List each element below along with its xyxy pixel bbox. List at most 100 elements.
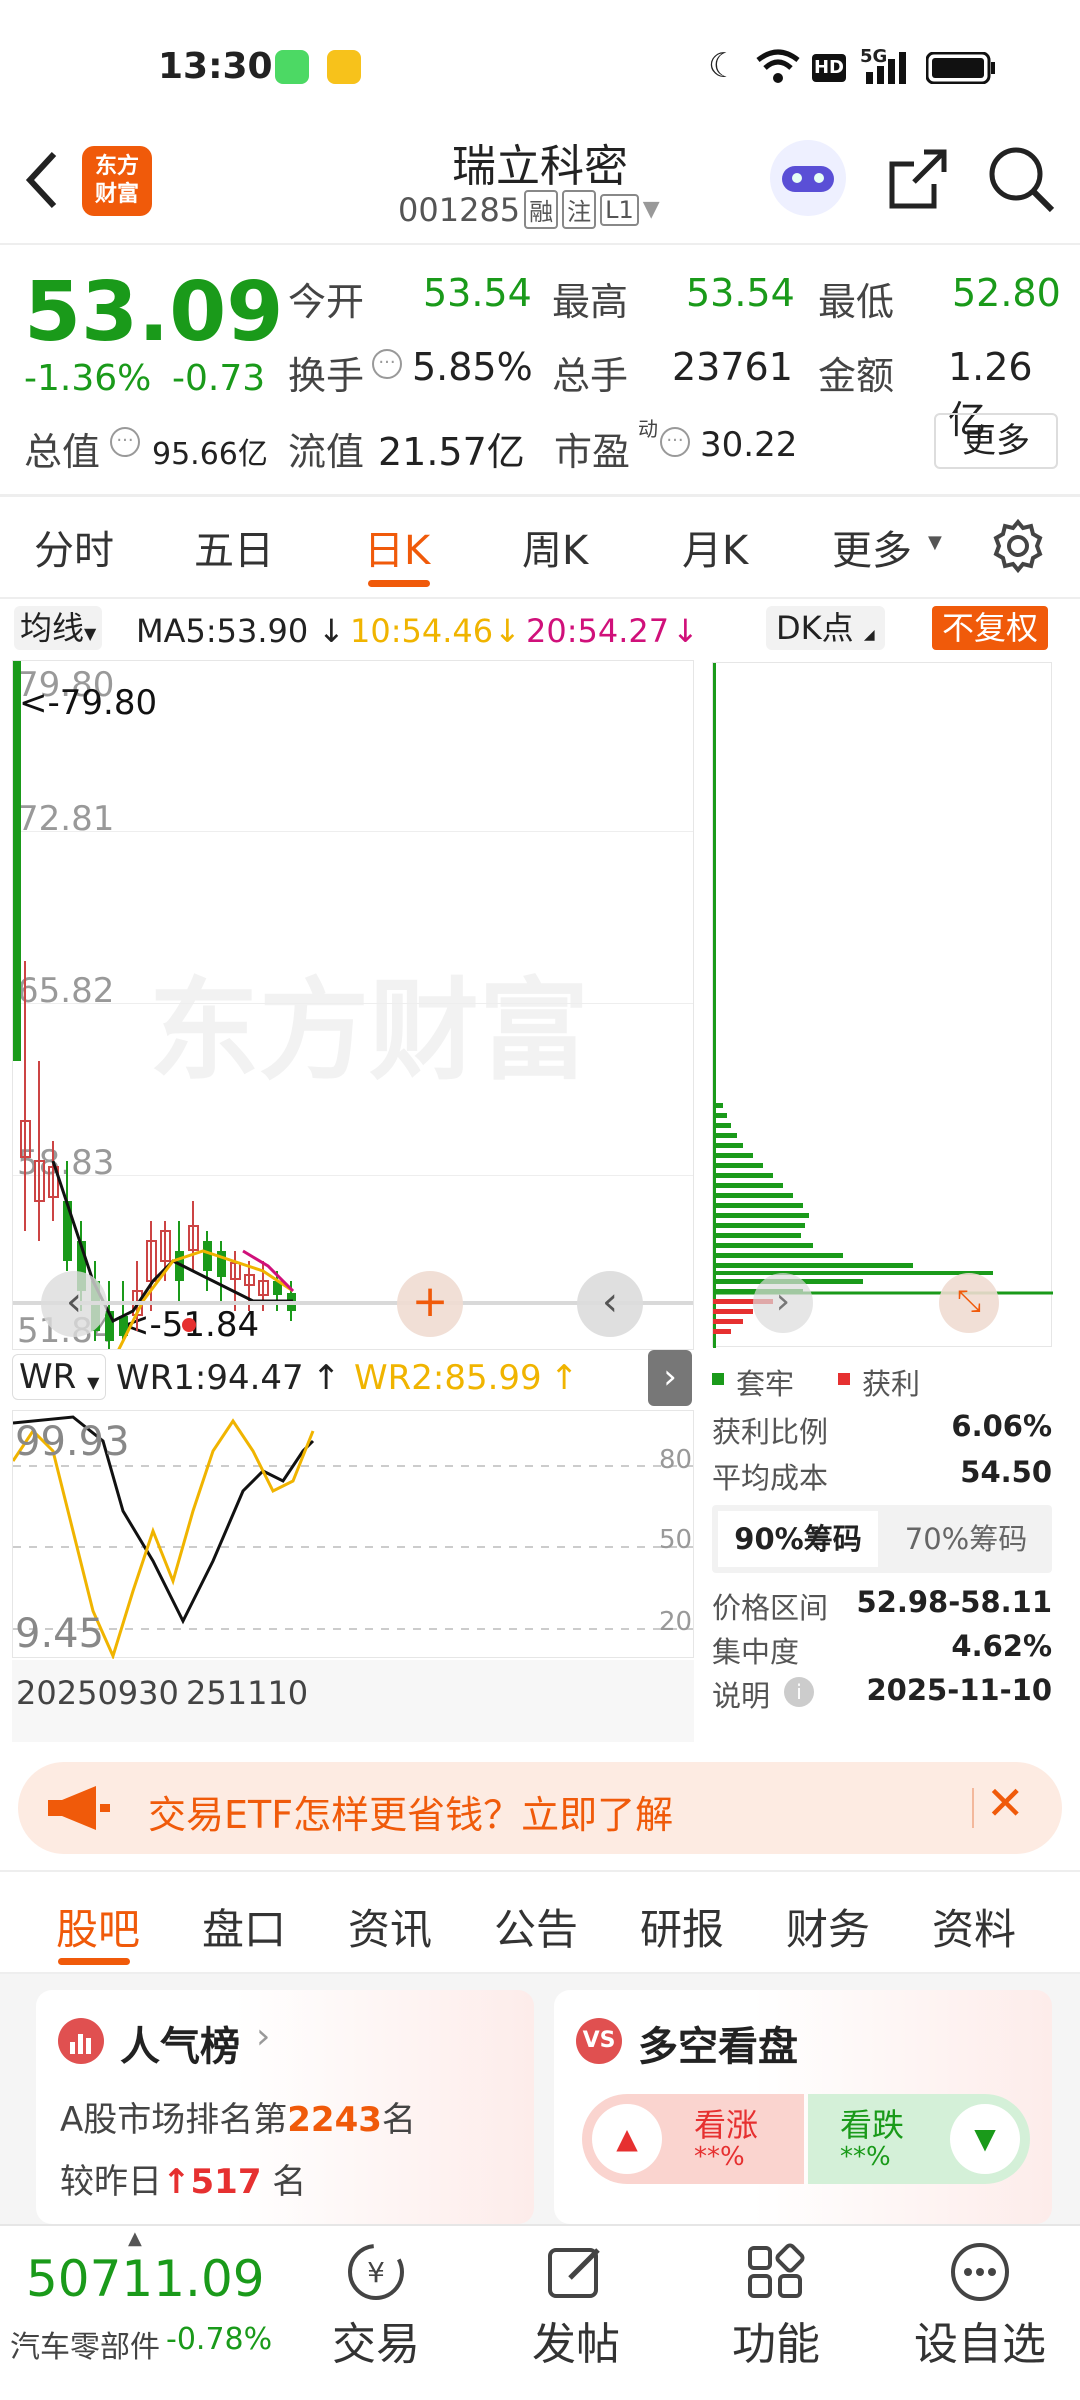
nav-trade[interactable]: ¥ 交易 (318, 2236, 434, 2386)
ma20-value: 20:54.27 (526, 612, 670, 650)
ma10-value: 10:54.46 (350, 612, 494, 650)
tab-intraday[interactable]: 分时 (34, 518, 114, 576)
wr-select-label: WR (19, 1357, 77, 1397)
active-tab-underline (368, 580, 430, 587)
tab-weekly-k[interactable]: 周K (522, 518, 588, 576)
ma20-arrow: ↓ (672, 612, 699, 650)
wallet-app-icon (327, 50, 361, 84)
nav-post[interactable]: 发帖 (518, 2236, 634, 2386)
turnover-label: 换手 (288, 354, 365, 398)
nav-function-label: 功能 (732, 2319, 820, 2370)
close-icon[interactable]: ✕ (986, 1776, 1025, 1830)
tab-more[interactable]: 更多 (832, 518, 912, 576)
divider (0, 494, 1080, 497)
popularity-card[interactable]: 人气榜 › A股市场排名第2243名 较昨日↑517 名 (36, 1990, 534, 2224)
ad-banner[interactable]: 交易ETF怎样更省钱？立即了解 ✕ (18, 1762, 1062, 1854)
expand-icon[interactable]: ⤡ (939, 1273, 999, 1333)
wr1-arrow: ↑ (312, 1358, 341, 1398)
avg-cost-label: 平均成本 (712, 1461, 829, 1495)
tab-announcements[interactable]: 公告 (494, 1896, 578, 1957)
wr-chart[interactable]: 99.93 9.45 80 50 20 (12, 1410, 695, 1659)
note-date: 2025-11-10 (866, 1673, 1053, 1707)
tag-l1: L1 (600, 193, 639, 226)
settings-gear-icon[interactable] (990, 518, 1046, 574)
tab-chips-70[interactable]: 70%筹码 (886, 1511, 1046, 1567)
robot-assistant-icon[interactable] (770, 140, 846, 216)
low-label: 最低 (818, 280, 895, 324)
caret-down-icon: ▼ (87, 1373, 100, 1392)
tab-daily-k[interactable]: 日K (364, 518, 430, 576)
stock-header: 东方财富 瑞立科密 001285 融 注 L1 ▼ (0, 130, 1080, 245)
high-value: 53.54 (686, 271, 795, 315)
tab-profile[interactable]: 资料 (932, 1896, 1016, 1957)
legend-profit: 获利 (862, 1367, 921, 1401)
status-time: 13:30 (158, 46, 273, 87)
tab-news[interactable]: 资讯 (348, 1896, 432, 1957)
nav-function[interactable]: 功能 (718, 2236, 834, 2386)
ma-select[interactable]: 均线▼ (14, 606, 103, 650)
chip-distribution-chart[interactable]: › ⤡ (712, 662, 1053, 1348)
more-dots-icon (951, 2243, 1009, 2301)
info-circle-icon[interactable]: ··· (372, 349, 402, 379)
nav-post-label: 发帖 (532, 2319, 620, 2370)
chip-info: 套牢 获利 获利比例 6.06% 平均成本 54.50 90%筹码 70%筹码 … (712, 1355, 1052, 1715)
profit-ratio-label: 获利比例 (712, 1415, 829, 1449)
scroll-left-button[interactable]: ‹ (41, 1271, 107, 1337)
up-triangle-icon: ▲ (592, 2104, 662, 2174)
profit-ratio-value: 6.06% (951, 1409, 1052, 1443)
bull-bear-card[interactable]: VS 多空看盘 ▲ 看涨 **% 看跌 **% ▼ (554, 1990, 1052, 2224)
tab-five-day[interactable]: 五日 (194, 518, 274, 576)
concentration-label: 集中度 (712, 1635, 800, 1669)
wr-tick-80: 80 (659, 1445, 693, 1475)
info-circle-icon[interactable]: ··· (660, 427, 690, 457)
volume-label: 总手 (552, 354, 629, 398)
tab-guba[interactable]: 股吧 (56, 1896, 140, 1957)
avg-cost-value: 54.50 (960, 1455, 1052, 1489)
megaphone-icon (48, 1786, 110, 1830)
tab-pankou[interactable]: 盘口 (202, 1896, 286, 1957)
chip-next-button[interactable]: › (753, 1273, 813, 1333)
current-price: 53.09 (24, 265, 284, 360)
stock-code-row[interactable]: 001285 融 注 L1 ▼ (398, 190, 660, 229)
svg-text:¥: ¥ (367, 2256, 385, 2289)
info-circle-icon[interactable]: ··· (110, 427, 140, 457)
total-value: 95.66亿 (152, 437, 268, 472)
info-tabs: 股吧 盘口 资讯 公告 研报 财务 资料 (0, 1872, 1080, 1972)
ma10-arrow: ↓ (494, 612, 521, 650)
wr-select[interactable]: WR ▼ (12, 1354, 107, 1400)
tag-registered: 注 (562, 190, 597, 229)
moon-icon: ☾ (708, 46, 739, 86)
chevron-right-icon: › (256, 2016, 271, 2057)
signal-icon (866, 52, 906, 84)
more-button[interactable]: 更多 (934, 413, 1058, 469)
no-adjust-button[interactable]: 不复权 (932, 606, 1049, 650)
bear-label: 看跌 (840, 2106, 905, 2144)
share-icon[interactable] (884, 144, 954, 214)
grid-icon (748, 2243, 805, 2298)
switch-indicator-button[interactable]: › (648, 1350, 692, 1406)
quote-panel: 53.09 -1.36% -0.73 今开 53.54 最高 53.54 最低 … (0, 245, 1080, 495)
bull-bear-title: 多空看盘 (638, 2024, 798, 2070)
zoom-in-button[interactable]: + (397, 1271, 463, 1337)
sector-index-value[interactable]: 50711.09 (26, 2250, 265, 2308)
wr-y-low: 9.45 (15, 1611, 105, 1657)
prev-button[interactable]: ‹ (577, 1271, 643, 1337)
tab-monthly-k[interactable]: 月K (682, 518, 748, 576)
bull-button[interactable]: ▲ 看涨 **% (582, 2094, 804, 2184)
tab-finance[interactable]: 财务 (786, 1896, 870, 1957)
bear-button[interactable]: 看跌 **% ▼ (808, 2094, 1030, 2184)
pe-value: 30.22 (700, 425, 798, 465)
kline-chart[interactable]: 东方财富 79.80 72.81 65.82 58.83 51.84 <-79.… (12, 660, 694, 1350)
ad-text: 交易ETF怎样更省钱？立即了解 (148, 1793, 674, 1837)
tab-chips-90[interactable]: 90%筹码 (718, 1511, 878, 1567)
caret-down-icon: ▼ (928, 532, 942, 553)
info-icon[interactable]: i (784, 1677, 814, 1707)
up-arrow-icon: ↑ (162, 2162, 191, 2202)
yuan-cycle-icon: ¥ (348, 2244, 404, 2300)
tab-research[interactable]: 研报 (640, 1896, 724, 1957)
search-icon[interactable] (986, 144, 1056, 214)
bottom-nav: ▲ 50711.09 汽车零部件 -0.78% ¥ 交易 发帖 功能 设自选 (0, 2224, 1080, 2400)
wr1-value: WR1:94.47 (116, 1358, 304, 1398)
nav-add-watchlist[interactable]: 设自选 (900, 2236, 1060, 2386)
dk-point-button[interactable]: DK点 ◢ (766, 606, 885, 650)
